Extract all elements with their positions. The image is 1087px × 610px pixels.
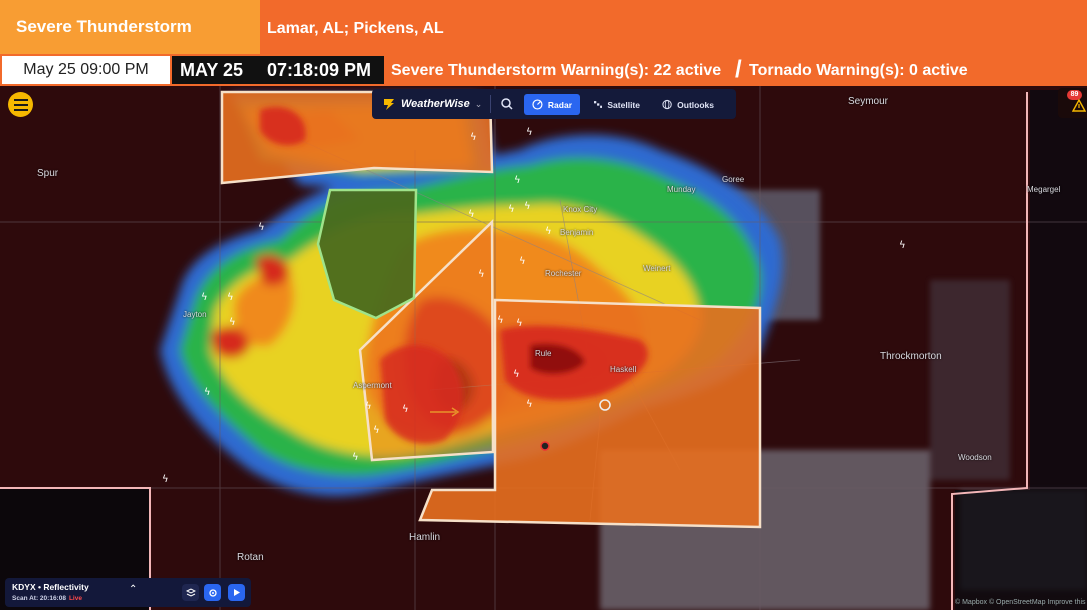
satellite-icon (594, 101, 603, 108)
gear-icon (208, 588, 217, 597)
map-attribution[interactable]: © Mapbox © OpenStreetMap Improve this (955, 599, 1086, 606)
chevron-down-icon: ⌄ (474, 98, 483, 109)
place-label: Rule (535, 349, 552, 358)
svg-text:ϟ: ϟ (497, 315, 504, 326)
tab-radar[interactable]: Radar (524, 94, 580, 115)
menu-button[interactable] (8, 92, 33, 117)
chevron-up-icon[interactable]: ⌃ (129, 584, 137, 595)
radar-icon (532, 99, 543, 110)
svg-text:ϟ: ϟ (204, 387, 211, 398)
search-button[interactable] (500, 95, 516, 113)
play-icon (234, 589, 240, 596)
place-label: Aspermont (353, 381, 392, 390)
radar-layer: ϟϟ ϟ ϟϟϟ ϟϟϟ ϟϟϟ ϟϟϟ ϟ ϟϟ ϟϟϟ ϟϟϟ (0, 86, 1087, 610)
svg-text:ϟ: ϟ (227, 292, 234, 303)
place-label: Hamlin (409, 532, 441, 543)
svg-text:ϟ: ϟ (470, 132, 477, 143)
top-nav: WeatherWise ⌄ Radar Satellite Outlooks (372, 89, 736, 119)
nav-divider (490, 95, 491, 113)
place-label: Woodson (958, 453, 992, 462)
ticker-date: MAY 25 (180, 60, 244, 80)
local-time: May 25 09:00 PM (2, 56, 170, 84)
svg-text:ϟ: ϟ (352, 452, 359, 463)
scan-time-label: Scan At: 20:16:08 (12, 595, 66, 602)
svg-text:ϟ: ϟ (526, 127, 533, 138)
svg-text:ϟ: ϟ (373, 425, 380, 436)
alert-banner: Severe Thunderstorm Warning Lamar, AL; P… (0, 0, 1087, 90)
place-label: Munday (667, 185, 696, 194)
tab-label: Radar (547, 99, 572, 110)
hamburger-icon (13, 98, 28, 111)
clock-box: MAY 25 07:18:09 PM (172, 56, 384, 84)
svg-text:ϟ: ϟ (516, 318, 523, 329)
scan-time: Scan At: 20:16:08 Live (12, 595, 82, 602)
svg-text:ϟ: ϟ (478, 269, 485, 280)
place-label: Throckmorton (880, 351, 942, 362)
svg-text:ϟ: ϟ (519, 256, 526, 267)
brand-name: WeatherWise (401, 98, 470, 110)
place-label: Rochester (545, 269, 582, 278)
tab-label: Satellite (607, 99, 640, 110)
svg-text:ϟ: ϟ (545, 226, 552, 237)
alert-areas-label: Lamar, AL; Pickens, AL (267, 20, 444, 37)
place-label: Jayton (183, 310, 207, 319)
place-label: Goree (722, 175, 745, 184)
ticker-divider: / (735, 56, 742, 83)
live-indicator: Live (68, 595, 82, 602)
place-label: Spur (37, 168, 59, 179)
place-label: Benjamin (560, 228, 594, 237)
tab-label: Outlooks (677, 99, 714, 110)
tab-outlooks[interactable]: Outlooks (654, 94, 722, 115)
severe-summary: Severe Thunderstorm Warning(s): 22 activ… (391, 62, 722, 79)
radar-product-label: KDYX • Reflectivity (12, 582, 89, 592)
place-label: Weinert (643, 264, 671, 273)
place-label: Knox City (563, 205, 598, 214)
radar-map[interactable]: ϟϟϟ ϟϟϟ ϟϟϟ ϟϟϟ ϟϟϟ ϟϟϟ ϟϟϟ ϟϟϟ Spur Sey… (0, 86, 1087, 610)
radar-scan-panel: KDYX • Reflectivity Scan At: 20:16:08 Liv… (5, 578, 251, 607)
place-label: Haskell (610, 365, 637, 374)
tornado-summary: Tornado Warning(s): 0 active (749, 62, 968, 79)
brand-menu[interactable]: WeatherWise ⌄ (382, 94, 482, 114)
alert-type-label: Severe Thunderstorm Warning (0, 0, 260, 90)
svg-text:ϟ: ϟ (524, 201, 531, 212)
map-layers-button[interactable] (182, 584, 199, 601)
warning-icon (1072, 99, 1086, 112)
play-button[interactable] (228, 584, 245, 601)
place-label: Rotan (237, 552, 264, 563)
svg-text:ϟ: ϟ (402, 404, 409, 415)
svg-text:ϟ: ϟ (513, 369, 520, 380)
svg-text:ϟ: ϟ (899, 240, 906, 251)
svg-text:ϟ: ϟ (229, 317, 236, 328)
svg-text:ϟ: ϟ (508, 204, 515, 215)
ticker-clock: 07:18:09 PM (267, 60, 372, 80)
alerts-button[interactable]: 89 (1058, 88, 1087, 118)
svg-text:ϟ: ϟ (514, 175, 521, 186)
globe-icon (662, 99, 672, 110)
svg-text:ϟ: ϟ (162, 474, 169, 485)
weatherwise-logo-icon (384, 99, 394, 110)
place-label: Megargel (1027, 185, 1061, 194)
svg-text:ϟ: ϟ (258, 222, 265, 233)
svg-text:ϟ: ϟ (468, 209, 475, 220)
svg-text:ϟ: ϟ (365, 401, 372, 412)
search-icon (501, 98, 513, 110)
ticker-bar: May 25 09:00 PM MAY 25 07:18:09 PM Sever… (0, 54, 1087, 86)
svg-text:ϟ: ϟ (201, 292, 208, 303)
place-label: Seymour (848, 96, 889, 107)
settings-button[interactable] (204, 584, 221, 601)
svg-text:ϟ: ϟ (526, 399, 533, 410)
layers-icon (185, 587, 196, 597)
tab-satellite[interactable]: Satellite (586, 94, 648, 115)
